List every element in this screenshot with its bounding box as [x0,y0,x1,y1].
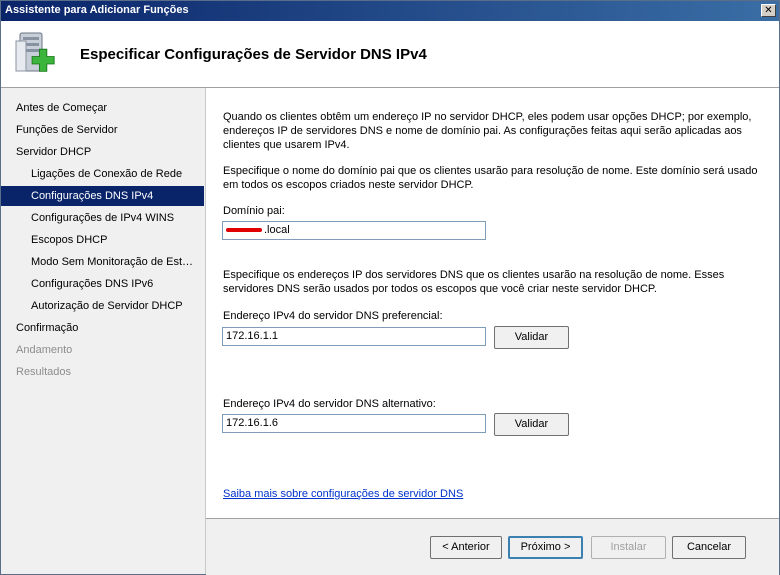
alternate-dns-label: Endereço IPv4 do servidor DNS alternativ… [223,398,436,410]
validate-alternate-button[interactable]: Validar [494,413,569,436]
preferred-dns-field[interactable]: 172.16.1.1 [222,327,486,346]
nav-item-modo-sem-monitoracao[interactable]: Modo Sem Monitoração de Est… [1,252,204,272]
next-button[interactable]: Próximo > [508,536,583,559]
nav-item-ligacoes-conexao-rede[interactable]: Ligações de Conexão de Rede [1,164,204,184]
title-bar[interactable]: Assistente para Adicionar Funções ✕ [1,1,779,21]
dns-instruction-text: Especifique os endereços IP dos servidor… [223,269,725,295]
domain-instruction-text: Especifique o nome do domínio pai que os… [223,165,758,191]
page-title: Especificar Configurações de Servidor DN… [80,46,427,63]
nav-item-configuracoes-ipv4-wins[interactable]: Configurações de IPv4 WINS [1,208,204,228]
wizard-steps-nav: Antes de Começar Funções de Servidor Ser… [1,88,206,574]
wizard-header: Especificar Configurações de Servidor DN… [1,21,779,88]
nav-item-antes-de-comecar[interactable]: Antes de Começar [1,98,204,118]
alternate-dns-field[interactable]: 172.16.1.6 [222,414,486,433]
nav-item-andamento: Andamento [16,344,73,356]
back-button[interactable]: < Anterior [430,536,502,559]
nav-item-resultados: Resultados [16,366,72,378]
wizard-footer: < Anterior Próximo > Instalar Cancelar [206,518,779,575]
validate-preferred-button[interactable]: Validar [494,326,569,349]
alternate-dns-value: 172.16.1.6 [226,417,278,429]
nav-item-confirmacao[interactable]: Confirmação [1,318,204,338]
redaction-mark [226,228,262,233]
parent-domain-label: Domínio pai: [223,205,285,217]
nav-item-funcoes-de-servidor[interactable]: Funções de Servidor [1,120,204,140]
nav-item-escopos-dhcp[interactable]: Escopos DHCP [1,230,204,250]
main-panel: Quando os clientes obtêm um endereço IP … [206,88,779,518]
server-add-role-icon [15,32,55,72]
nav-item-servidor-dhcp[interactable]: Servidor DHCP [1,142,204,162]
parent-domain-value: .local [264,224,290,236]
close-button[interactable]: ✕ [761,4,776,17]
preferred-dns-value: 172.16.1.1 [226,330,278,342]
nav-item-autorizacao-servidor-dhcp[interactable]: Autorização de Servidor DHCP [1,296,204,316]
parent-domain-field[interactable]: .local [222,221,486,240]
preferred-dns-label: Endereço IPv4 do servidor DNS preferenci… [223,310,443,322]
cancel-button[interactable]: Cancelar [672,536,746,559]
wizard-window: Assistente para Adicionar Funções ✕ Espe… [0,0,780,575]
help-link[interactable]: Saiba mais sobre configurações de servid… [223,488,463,500]
nav-item-configuracoes-dns-ipv6[interactable]: Configurações DNS IPv6 [1,274,204,294]
nav-item-configuracoes-dns-ipv4[interactable]: Configurações DNS IPv4 [1,186,204,206]
intro-text: Quando os clientes obtêm um endereço IP … [223,111,752,151]
window-title: Assistente para Adicionar Funções [5,4,189,16]
install-button: Instalar [591,536,666,559]
